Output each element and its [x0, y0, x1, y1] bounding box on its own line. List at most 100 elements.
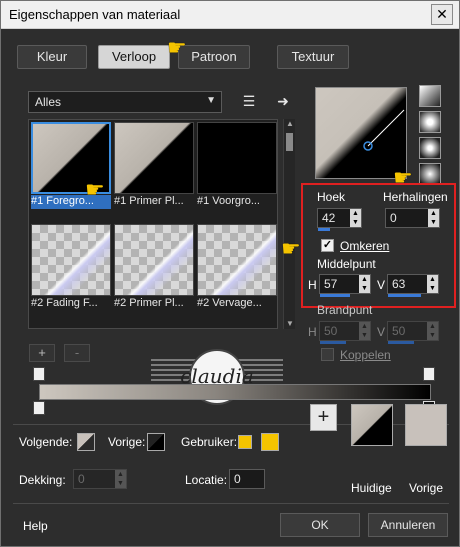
dekking-field[interactable]: 0 ▲ ▼	[73, 469, 127, 489]
middelpunt-v-value: 63	[392, 277, 406, 291]
brandpunt-label: Brandpunt	[317, 303, 373, 317]
middelpunt-v-label: V	[377, 278, 386, 292]
gradient-preview	[114, 224, 194, 296]
list-view-icon[interactable]: ☰	[239, 92, 259, 110]
koppelen-label: Koppelen	[340, 348, 391, 362]
huidige-swatch[interactable]	[351, 404, 393, 446]
spinner-arrows-icon[interactable]: ▲ ▼	[427, 322, 438, 340]
brandpunt-h-level-bar	[320, 341, 346, 344]
volgende-label: Volgende:	[19, 435, 73, 449]
middelpunt-h-field[interactable]: 57 ▲ ▼	[319, 274, 371, 297]
gradient-preview	[197, 122, 277, 194]
user-color-swatch-1[interactable]	[238, 435, 252, 449]
brandpunt-h-value: 50	[324, 324, 338, 338]
hand-pointer-icon: ☛	[167, 35, 187, 60]
tab-verloop[interactable]: Verloop	[98, 45, 170, 69]
hand-pointer-icon: ☛	[85, 177, 105, 202]
brandpunt-h-label: H	[308, 325, 317, 339]
window-title: Eigenschappen van materiaal	[9, 7, 181, 22]
spinner-arrows-icon[interactable]: ▲ ▼	[350, 209, 361, 227]
hoek-level-bar	[318, 228, 330, 231]
locatie-field[interactable]: 0	[229, 469, 265, 489]
gradient-preview	[197, 224, 277, 296]
close-button[interactable]: ✕	[431, 4, 453, 25]
omkeren-checkbox[interactable]: ✓	[321, 239, 334, 252]
scroll-up-icon[interactable]: ▲	[284, 119, 296, 129]
gradient-caption: #1 Primer Pl...	[114, 195, 184, 207]
gradient-caption: #2 Vervage...	[197, 297, 262, 309]
middelpunt-label: Middelpunt	[317, 257, 376, 271]
middelpunt-h-value: 57	[324, 277, 338, 291]
brandpunt-v-field[interactable]: 50 ▲ ▼	[387, 321, 439, 344]
sunburst-style-button[interactable]	[419, 137, 441, 159]
divider	[13, 503, 449, 504]
koppelen-checkbox[interactable]	[321, 348, 334, 361]
gradient-thumb-2[interactable]: #1 Primer Pl...	[114, 122, 194, 208]
vorige-label: Vorige:	[108, 435, 146, 449]
gradient-caption: #2 Primer Pl...	[114, 297, 184, 309]
hoek-label: Hoek	[317, 190, 346, 204]
category-selected: Alles	[35, 95, 62, 109]
gradient-thumb-4[interactable]: #2 Fading F...	[31, 224, 111, 310]
remove-stop-button[interactable]: -	[64, 344, 90, 362]
tab-patroon[interactable]: Patroon	[178, 45, 250, 69]
spinner-arrows-icon[interactable]: ▲ ▼	[428, 209, 439, 227]
spinner-arrows-icon[interactable]: ▲ ▼	[115, 470, 126, 488]
middelpunt-h-label: H	[308, 278, 317, 292]
spinner-arrows-icon[interactable]: ▲ ▼	[359, 275, 370, 293]
brandpunt-v-label: V	[377, 325, 386, 339]
color-stop-left[interactable]	[33, 401, 45, 415]
spinner-arrows-icon[interactable]: ▲ ▼	[359, 322, 370, 340]
ok-button[interactable]: OK	[280, 513, 360, 537]
vorige-big-label: Vorige	[409, 481, 444, 495]
huidige-label: Huidige	[351, 481, 392, 495]
add-color-button[interactable]: +	[310, 404, 337, 431]
gradient-bar[interactable]	[39, 384, 431, 400]
rectangular-style-button[interactable]	[419, 111, 441, 133]
cancel-button[interactable]: Annuleren	[368, 513, 448, 537]
add-stop-button[interactable]: +	[29, 344, 55, 362]
category-dropdown[interactable]: Alles ▼	[28, 91, 222, 113]
user-color-swatch-2[interactable]	[261, 433, 279, 451]
spinner-arrows-icon[interactable]: ▲ ▼	[427, 275, 438, 293]
brandpunt-h-field[interactable]: 50 ▲ ▼	[319, 321, 371, 344]
herhalingen-field[interactable]: 0 ▲ ▼	[385, 208, 440, 228]
middelpunt-v-level-bar	[388, 294, 421, 297]
omkeren-label: Omkeren	[340, 239, 390, 253]
material-properties-dialog: Eigenschappen van materiaal ✕ Kleur Verl…	[0, 0, 460, 547]
watermark-logo: claudia	[151, 346, 283, 416]
middelpunt-v-field[interactable]: 63 ▲ ▼	[387, 274, 439, 297]
tab-kleur[interactable]: Kleur	[17, 45, 87, 69]
gradient-thumb-3[interactable]: #1 Voorgro...	[197, 122, 277, 208]
gradient-scrollbar[interactable]: ▲ ▼	[283, 119, 295, 329]
brandpunt-v-level-bar	[388, 341, 414, 344]
vorige-swatch[interactable]	[147, 433, 165, 451]
radial-style-button[interactable]	[419, 163, 441, 185]
dekking-label: Dekking:	[19, 473, 66, 487]
chevron-down-icon: ▼	[206, 95, 216, 106]
gradient-caption: #2 Fading F...	[31, 297, 98, 309]
opacity-stop-right[interactable]	[423, 367, 435, 381]
scroll-down-icon[interactable]: ▼	[284, 319, 296, 329]
herhalingen-label: Herhalingen	[383, 190, 448, 204]
brandpunt-v-value: 50	[392, 324, 406, 338]
opacity-stop-left[interactable]	[33, 367, 45, 381]
arrow-right-icon[interactable]: ➜	[273, 92, 293, 110]
tab-textuur[interactable]: Textuur	[277, 45, 349, 69]
gradient-thumb-5[interactable]: #2 Primer Pl...	[114, 224, 194, 310]
scroll-thumb[interactable]	[286, 133, 293, 151]
hand-pointer-icon: ☛	[281, 236, 301, 261]
title-bar: Eigenschappen van materiaal ✕	[1, 1, 459, 29]
vorige-big-swatch[interactable]	[405, 404, 447, 446]
gebruiker-label: Gebruiker:	[181, 435, 238, 449]
linear-style-button[interactable]	[419, 85, 441, 107]
volgende-swatch[interactable]	[77, 433, 95, 451]
locatie-value: 0	[234, 472, 241, 486]
gradient-thumb-6[interactable]: #2 Vervage...	[197, 224, 277, 310]
hoek-value: 42	[322, 211, 336, 225]
dekking-value: 0	[78, 472, 85, 486]
help-link[interactable]: Help	[23, 519, 48, 533]
middelpunt-h-level-bar	[320, 294, 350, 297]
gradient-preview	[114, 122, 194, 194]
hoek-field[interactable]: 42 ▲ ▼	[317, 208, 362, 231]
